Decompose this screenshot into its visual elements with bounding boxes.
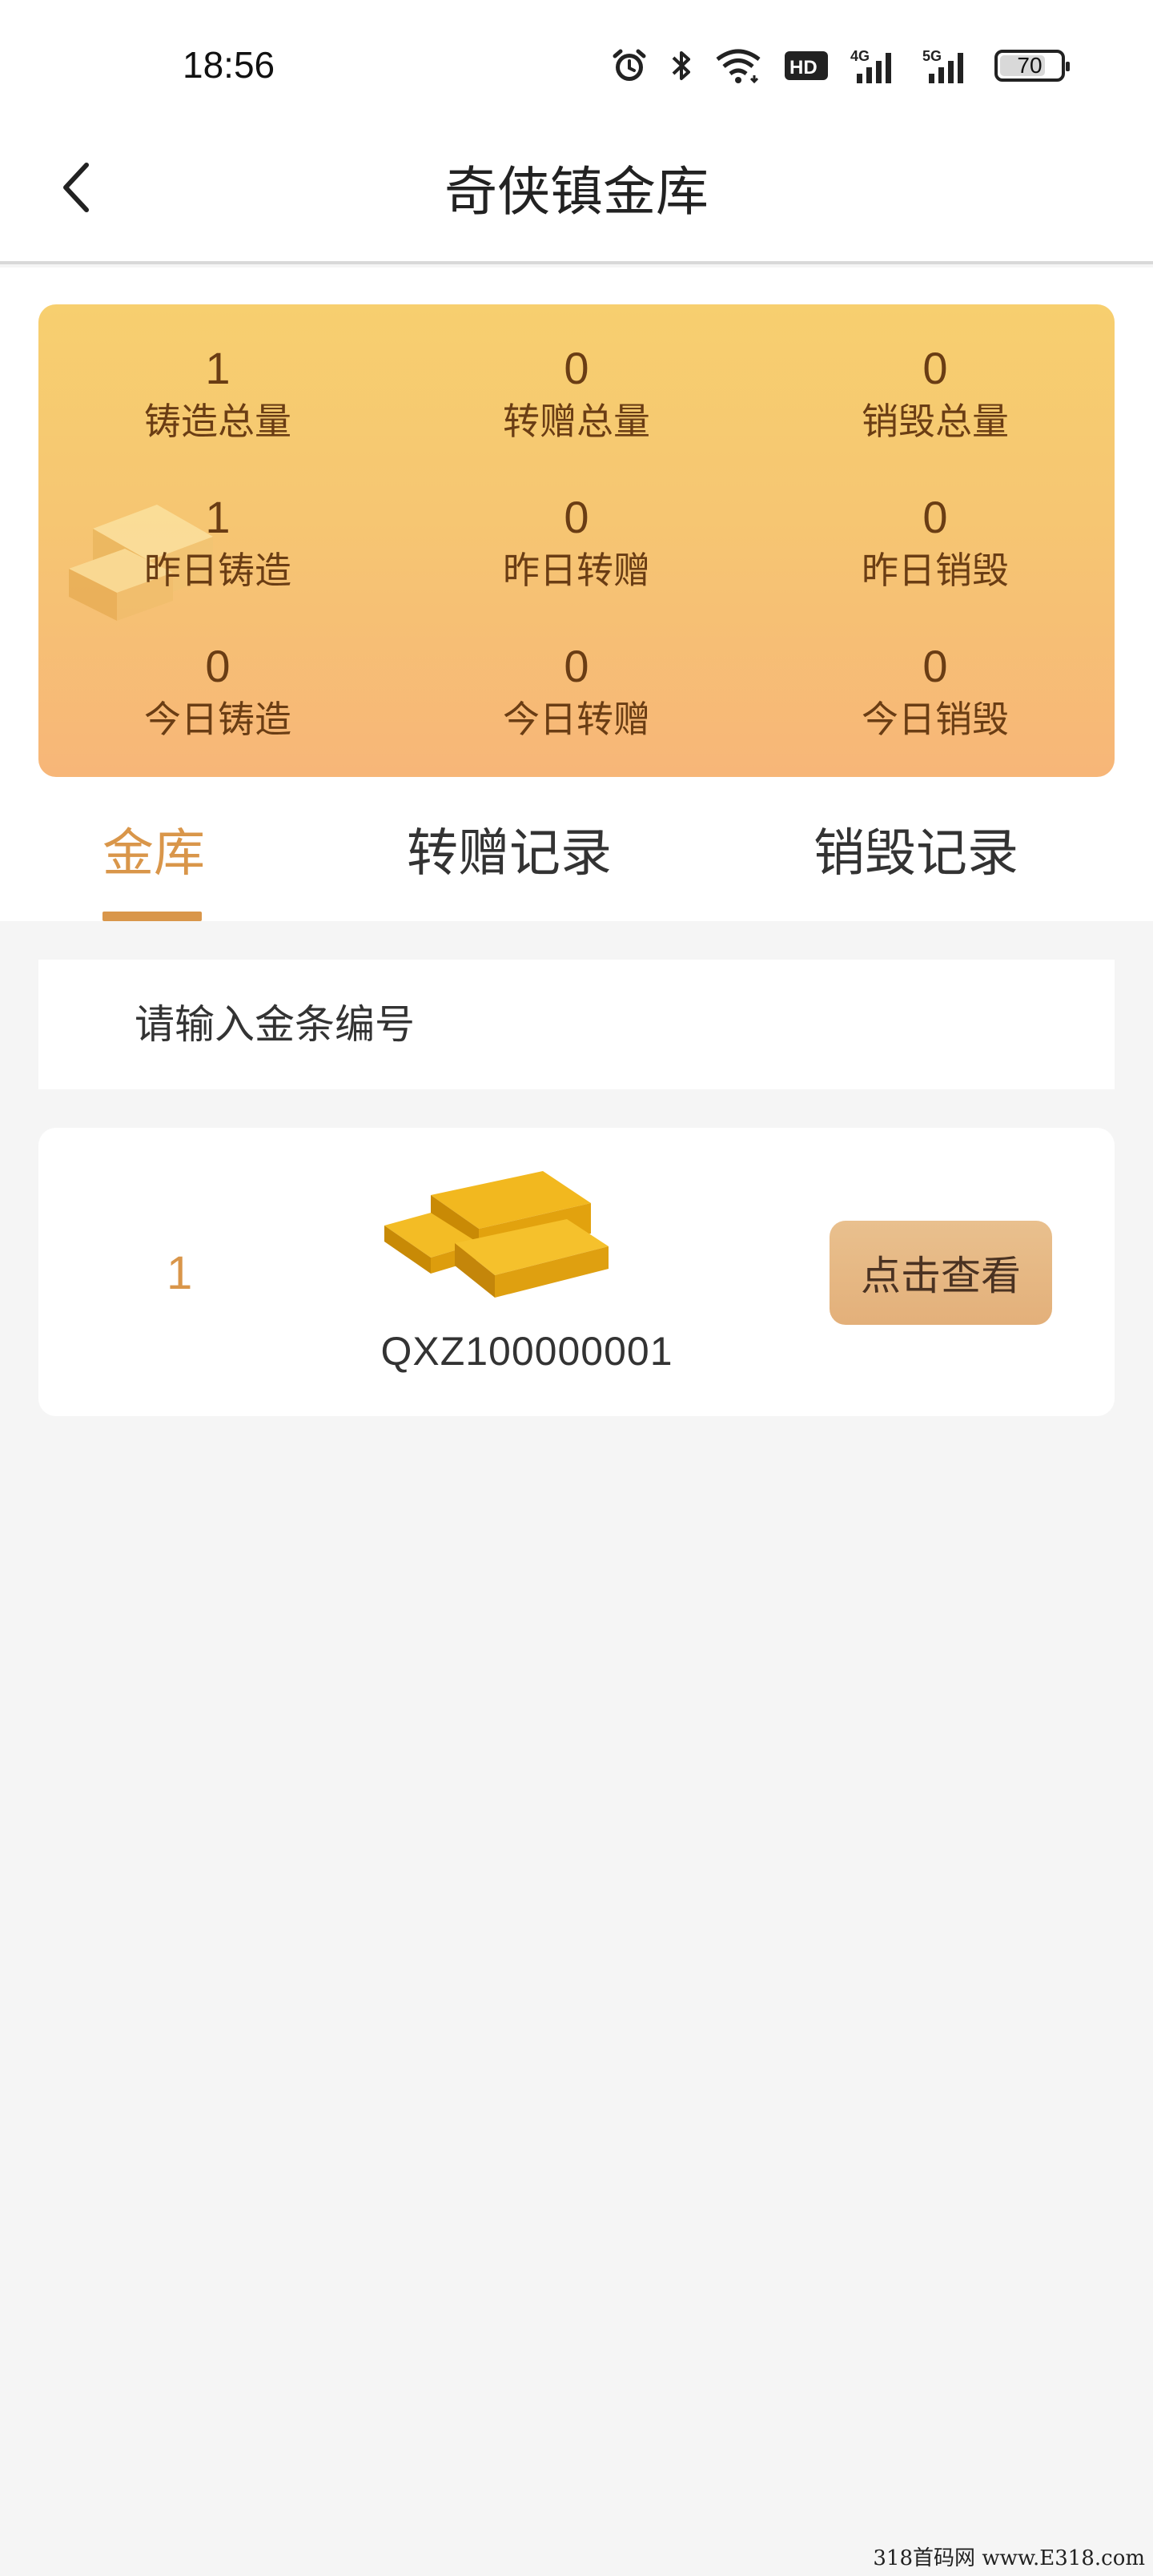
status-icons: HD 4G 5G 70 [610, 42, 1070, 90]
stat-value: 0 [564, 641, 589, 691]
alarm-icon [610, 45, 649, 87]
wifi-icon [714, 45, 762, 87]
tab-vault[interactable]: 金库 [102, 812, 205, 886]
watermark: 318首码网 www.E318.com [873, 2546, 1145, 2570]
stat-destroy-yesterday: 0 昨日销毁 [756, 492, 1115, 594]
stat-label: 转赠总量 [503, 400, 650, 443]
stat-destroy-total: 0 销毁总量 [756, 343, 1115, 445]
svg-text:HD: HD [789, 57, 818, 78]
stat-label: 今日销毁 [862, 698, 1009, 741]
stat-value: 0 [922, 641, 948, 691]
stats-grid: 1 铸造总量 0 转赠总量 0 销毁总量 1 昨日铸造 0 昨日转赠 0 昨日销… [38, 304, 1115, 777]
stat-label: 昨日铸造 [144, 549, 291, 592]
gold-bar-item: 1 QXZ100000001 点击查看 [38, 1128, 1115, 1416]
stat-label: 铸造总量 [144, 400, 291, 443]
stat-value: 0 [564, 492, 589, 542]
stats-card: 1 铸造总量 0 转赠总量 0 销毁总量 1 昨日铸造 0 昨日转赠 0 昨日销… [38, 304, 1115, 777]
stat-cast-total: 1 铸造总量 [38, 343, 397, 445]
page-header: 奇侠镇金库 [0, 128, 1153, 264]
tab-destroy-records[interactable]: 销毁记录 [814, 812, 1018, 886]
tab-gift-records[interactable]: 转赠记录 [407, 812, 612, 886]
5g-signal-icon: 5G [922, 45, 974, 87]
tab-bar: 金库 转赠记录 销毁记录 [0, 801, 1153, 921]
battery-icon: 70 [994, 45, 1070, 87]
stat-gift-yesterday: 0 昨日转赠 [397, 492, 756, 594]
stat-value: 1 [205, 492, 231, 542]
stat-label: 昨日销毁 [862, 549, 1009, 592]
stat-value: 0 [922, 492, 948, 542]
stat-gift-today: 0 今日转赠 [397, 641, 756, 743]
stat-value: 0 [922, 343, 948, 393]
stat-label: 销毁总量 [862, 400, 1009, 443]
item-index: 1 [167, 1247, 193, 1299]
4g-signal-icon: 4G [850, 45, 902, 87]
stat-destroy-today: 0 今日销毁 [756, 641, 1115, 743]
svg-text:4G: 4G [850, 48, 870, 64]
stat-value: 0 [564, 343, 589, 393]
page-title: 奇侠镇金库 [444, 161, 709, 223]
stat-value: 1 [205, 343, 231, 393]
stat-label: 今日转赠 [503, 698, 650, 741]
stat-cast-today: 0 今日铸造 [38, 641, 397, 743]
svg-text:5G: 5G [922, 48, 942, 64]
bluetooth-icon [669, 45, 693, 87]
view-button[interactable]: 点击查看 [830, 1221, 1052, 1325]
stat-value: 0 [205, 641, 231, 691]
stat-cast-yesterday: 1 昨日铸造 [38, 492, 397, 594]
hd-icon: HD [783, 45, 830, 87]
battery-level: 70 [1017, 53, 1043, 78]
active-tab-indicator [102, 912, 202, 921]
stat-gift-total: 0 转赠总量 [397, 343, 756, 445]
search-box [38, 960, 1115, 1089]
stat-label: 今日铸造 [144, 698, 291, 741]
status-bar: 18:56 HD 4G 5G 70 [0, 0, 1153, 128]
gold-bar-icon [384, 1171, 609, 1298]
gold-bar-code: QXZ100000001 [380, 1329, 673, 1374]
stat-label: 昨日转赠 [503, 549, 650, 592]
gold-bar-number-input[interactable] [135, 996, 1015, 1053]
status-time: 18:56 [183, 44, 275, 86]
